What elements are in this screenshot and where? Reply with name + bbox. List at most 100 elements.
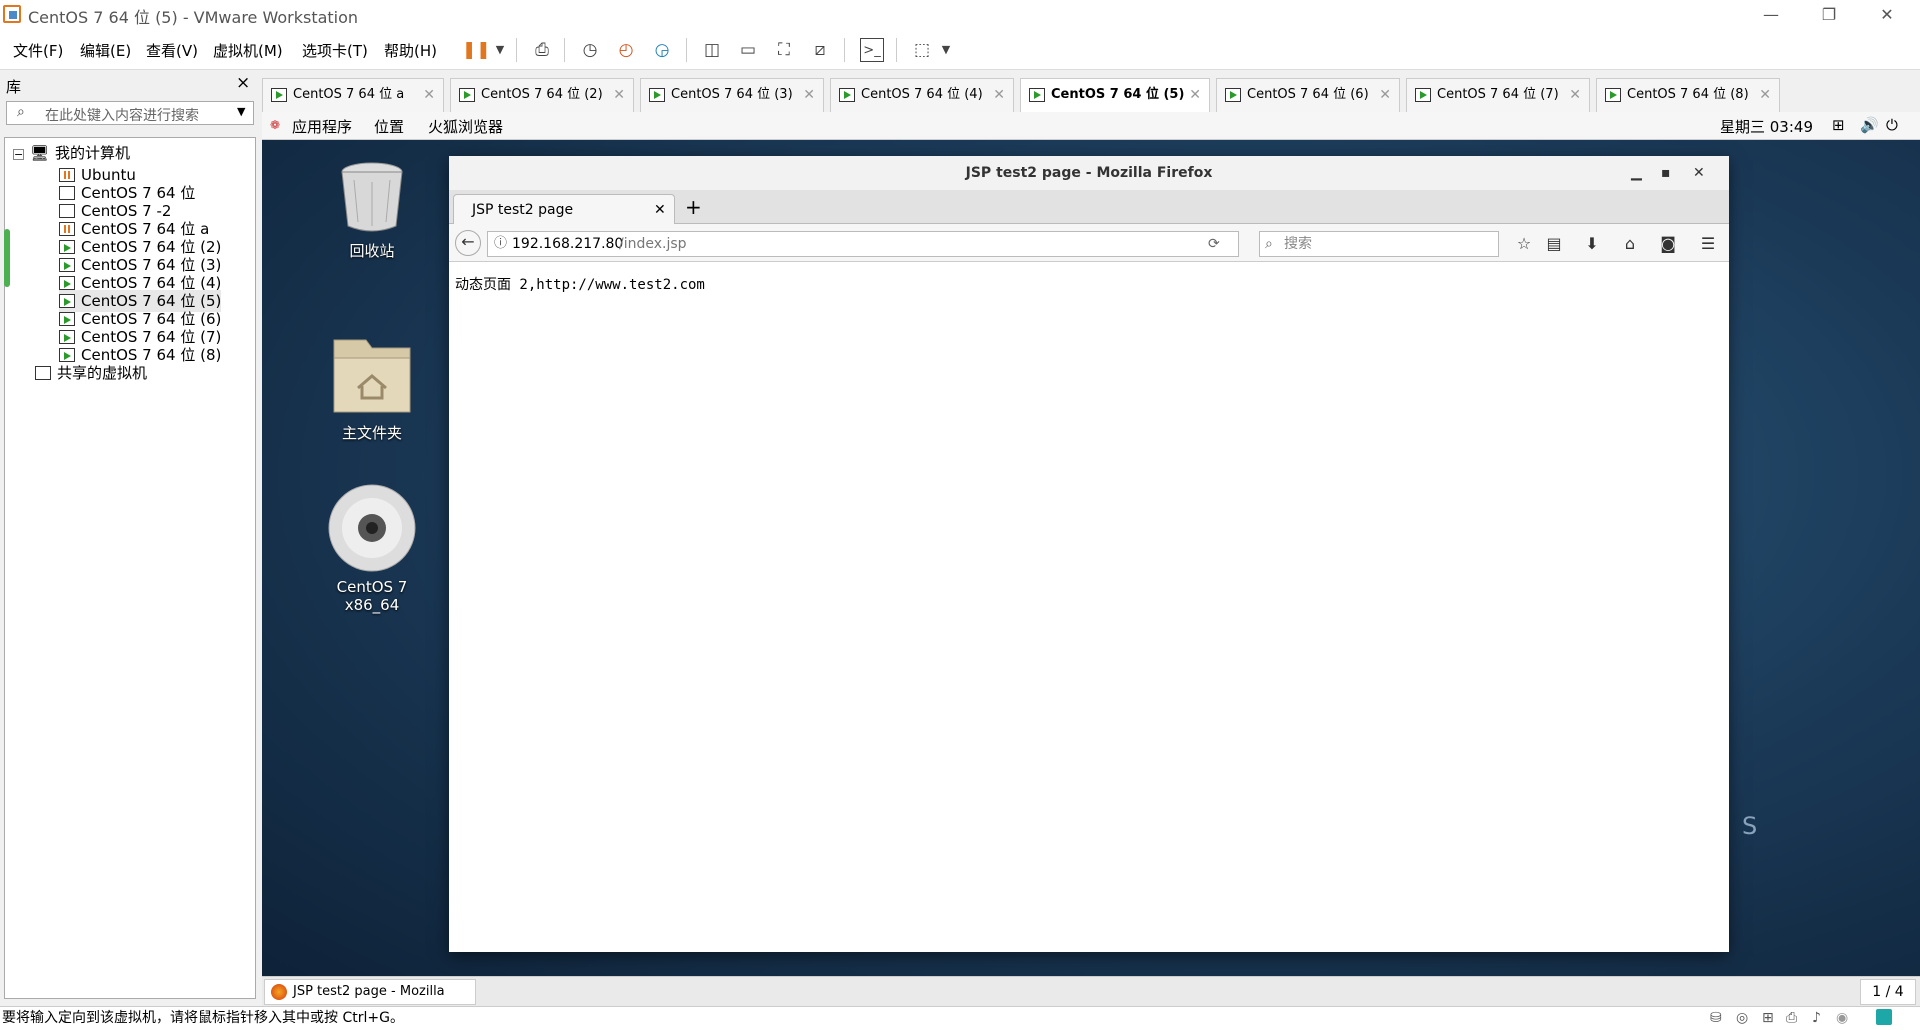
bookmark-star-icon[interactable]: ☆ [1511, 233, 1537, 255]
minimize-button[interactable]: ▁ [1631, 156, 1642, 190]
volume-icon[interactable]: 🔊 [1860, 116, 1879, 134]
collapse-icon[interactable]: − [13, 149, 24, 160]
library-view-icon[interactable]: ◫ [700, 38, 724, 62]
send-ctrl-alt-del-icon[interactable]: ⎙ [530, 38, 554, 62]
status-text: 要将输入定向到该虚拟机，请将鼠标指针移入其中或按 Ctrl+G。 [2, 1010, 404, 1026]
menu-places[interactable]: 位置 [374, 116, 404, 137]
power-icon[interactable]: ⏻ [1886, 116, 1898, 134]
firefox-window[interactable]: JSP test2 page - Mozilla Firefox ▁ ▪ ✕ J… [449, 156, 1729, 952]
firefox-nav-bar: ← ⓘ 192.168.217.80 /index.jsp ⟳ ⌕ 搜索 ☆ ▤… [449, 224, 1729, 262]
network-icon[interactable]: ⊞ [1832, 116, 1845, 134]
display-icon[interactable]: ◉ [1836, 1007, 1848, 1029]
home-icon[interactable]: ⌂ [1617, 233, 1643, 255]
firefox-tab-strip: JSP test2 page ✕ + [449, 190, 1729, 225]
search-input[interactable]: ⌕ 搜索 [1259, 231, 1499, 257]
taskbar-item-firefox[interactable]: JSP test2 page - Mozilla Firefox [264, 979, 476, 1005]
vm-tab[interactable]: CentOS 7 64 位 (3) ✕ [640, 78, 824, 112]
sound-icon[interactable]: ♪ [1812, 1007, 1821, 1029]
messages-icon[interactable] [1876, 1009, 1892, 1025]
menu-firefox[interactable]: 火狐浏览器 [428, 116, 503, 137]
close-button[interactable]: ✕ [1693, 156, 1705, 190]
clock[interactable]: 星期三 03:49 [1720, 116, 1813, 137]
network-adapter-icon[interactable]: ⊞ [1762, 1007, 1774, 1029]
desktop-watermark: S [1742, 812, 1758, 840]
tab-close-icon[interactable]: ✕ [803, 79, 815, 111]
stretch-icon[interactable]: ⬚ [910, 38, 934, 62]
hamburger-menu-icon[interactable]: ☰ [1695, 233, 1721, 255]
download-icon[interactable]: ⬇ [1579, 233, 1605, 255]
reload-icon[interactable]: ⟳ [1208, 232, 1220, 256]
snapshot-icon[interactable]: ◷ [578, 38, 602, 62]
unity-icon[interactable]: ⧄ [808, 38, 832, 62]
menu-help[interactable]: 帮助(H) [384, 40, 437, 61]
search-icon: ⌕ [17, 104, 25, 120]
library-search-input[interactable]: ⌕ 在此处键入内容进行搜索 ▼ [6, 101, 254, 125]
tab-close-icon[interactable]: ✕ [1189, 79, 1201, 111]
new-tab-button[interactable]: + [685, 195, 702, 219]
workspace-indicator[interactable]: 1 / 4 [1860, 979, 1916, 1005]
vm-icon [59, 204, 75, 218]
vm-icon [59, 258, 75, 272]
scrollbar-thumb[interactable] [4, 229, 10, 287]
vm-tab[interactable]: CentOS 7 64 位 a ✕ [262, 78, 444, 112]
console-icon[interactable]: >_ [860, 38, 884, 62]
url-path: /index.jsp [619, 236, 687, 252]
dropdown-arrow-icon[interactable]: ▼ [488, 38, 512, 62]
trash-label: 回收站 [349, 242, 395, 260]
info-icon[interactable]: ⓘ [494, 232, 507, 256]
vm-display[interactable]: S ❁ 应用程序 位置 火狐浏览器 星期三 03:49 ⊞ 🔊 ⏻ 回收站 主文… [262, 112, 1920, 1006]
close-button[interactable]: ✕ [1858, 0, 1916, 30]
menu-edit[interactable]: 编辑(E) [80, 40, 131, 61]
url-bar[interactable]: ⓘ 192.168.217.80 /index.jsp ⟳ [487, 231, 1239, 257]
menu-tabs[interactable]: 选项卡(T) [302, 40, 368, 61]
tab-close-icon[interactable]: ✕ [613, 79, 625, 111]
vm-tab[interactable]: CentOS 7 64 位 (7) ✕ [1406, 78, 1590, 112]
vm-tab[interactable]: CentOS 7 64 位 (6) ✕ [1216, 78, 1400, 112]
menu-vm[interactable]: 虚拟机(M) [213, 40, 283, 61]
pocket-icon[interactable]: ◙ [1655, 233, 1681, 255]
chevron-down-icon[interactable]: ▼ [237, 105, 245, 118]
cd-drive-icon[interactable]: ◎ [1736, 1007, 1748, 1029]
vm-running-icon [1415, 88, 1431, 102]
library-header: 库 × [0, 71, 258, 97]
menu-view[interactable]: 查看(V) [146, 40, 198, 61]
minimize-button[interactable]: — [1742, 0, 1800, 30]
search-icon: ⌕ [1265, 236, 1273, 252]
vm-tab[interactable]: CentOS 7 64 位 (5) ✕ [1020, 78, 1210, 112]
library-close-button[interactable]: × [236, 73, 250, 93]
printer-icon[interactable]: ⎙ [1786, 1007, 1797, 1029]
hdd-icon[interactable]: ⛁ [1710, 1007, 1722, 1029]
menu-applications[interactable]: 应用程序 [292, 116, 352, 137]
toolbar-separator [564, 38, 565, 62]
menu-file[interactable]: 文件(F) [13, 40, 63, 61]
back-button[interactable]: ← [455, 230, 481, 256]
tab-close-icon[interactable]: ✕ [1759, 79, 1771, 111]
pause-icon[interactable]: ❚❚ [462, 38, 491, 62]
tab-close-icon[interactable]: ✕ [993, 79, 1005, 111]
maximize-button[interactable]: ▪ [1661, 156, 1671, 190]
revert-snapshot-icon[interactable]: ◴ [614, 38, 638, 62]
fullscreen-icon[interactable]: ⛶ [772, 38, 796, 62]
tree-root-my-computer[interactable]: − 🖥 我的计算机 [13, 142, 130, 164]
vm-running-icon [459, 88, 475, 102]
desktop-icon-cd[interactable]: CentOS 7 x86_64 [312, 482, 432, 614]
bookmarks-list-icon[interactable]: ▤ [1541, 233, 1567, 255]
restore-button[interactable]: ❐ [1800, 0, 1858, 30]
vm-tab[interactable]: CentOS 7 64 位 (8) ✕ [1596, 78, 1780, 112]
tab-close-icon[interactable]: ✕ [423, 79, 435, 111]
tab-close-icon[interactable]: ✕ [1569, 79, 1581, 111]
desktop-icon-home[interactable]: 主文件夹 [322, 334, 422, 454]
window-title: CentOS 7 64 位 (5) - VMware Workstation [28, 8, 359, 27]
tab-close-icon[interactable]: ✕ [654, 195, 666, 225]
snapshot-manager-icon[interactable]: ◶ [650, 38, 674, 62]
firefox-window-title: JSP test2 page - Mozilla Firefox [965, 165, 1213, 181]
search-placeholder: 搜索 [1284, 236, 1312, 252]
vm-tab[interactable]: CentOS 7 64 位 (2) ✕ [450, 78, 634, 112]
tab-close-icon[interactable]: ✕ [1379, 79, 1391, 111]
thumbnail-view-icon[interactable]: ▭ [736, 38, 760, 62]
desktop-icon-trash[interactable]: 回收站 [322, 156, 422, 260]
tree-vm-item[interactable]: CentOS 7 64 位 (8) [59, 344, 221, 366]
firefox-tab[interactable]: JSP test2 page ✕ [453, 194, 675, 225]
vm-tab[interactable]: CentOS 7 64 位 (4) ✕ [830, 78, 1014, 112]
dropdown-arrow-icon[interactable]: ▼ [934, 38, 958, 62]
